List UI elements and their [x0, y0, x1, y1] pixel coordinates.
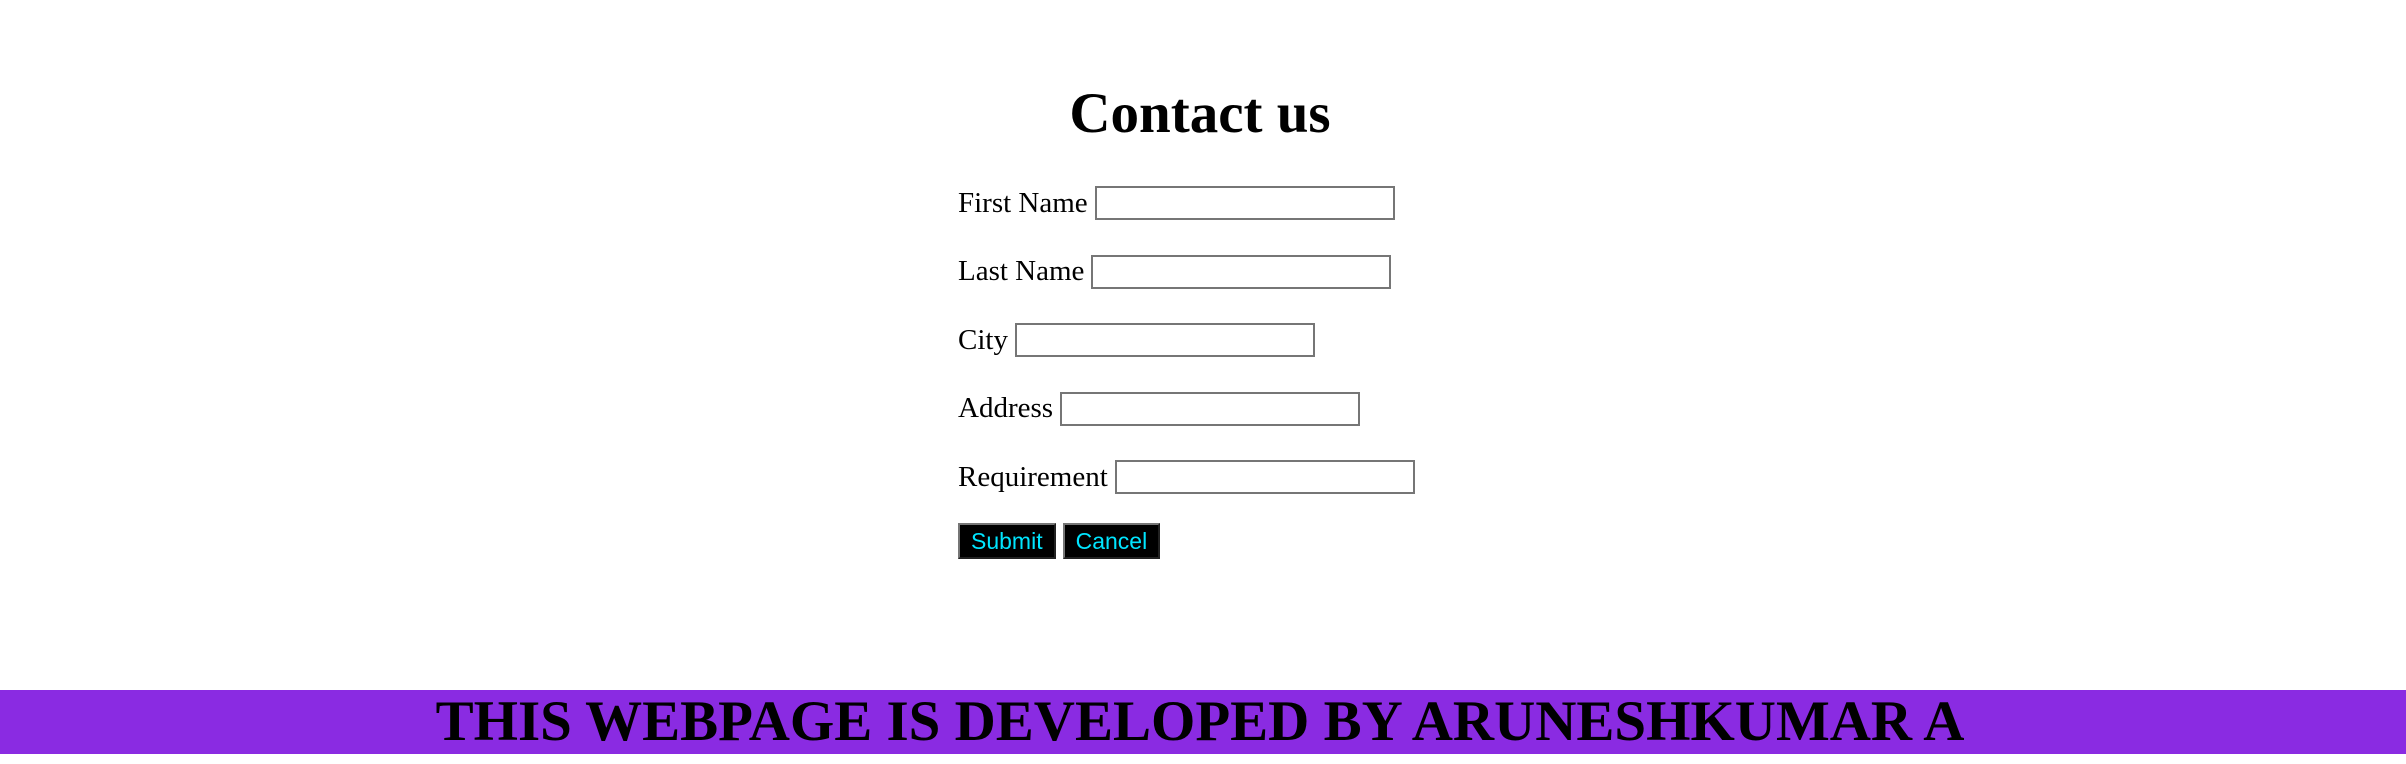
page-title: Contact us [1069, 82, 1331, 145]
address-row: Address [958, 388, 1415, 430]
city-label: City [958, 323, 1008, 356]
contact-form: First Name Last Name City Address Requir… [958, 182, 1415, 559]
address-input[interactable] [1060, 391, 1361, 426]
first-name-label: First Name [958, 186, 1088, 219]
last-name-row: Last Name [958, 251, 1415, 293]
contact-page: Contact us First Name Last Name City Add… [0, 0, 2406, 764]
last-name-input[interactable] [1091, 254, 1392, 289]
first-name-row: First Name [958, 182, 1415, 224]
footer-text: THIS WEBPAGE IS DEVELOPED BY ARUNESHKUMA… [435, 690, 1965, 753]
form-buttons: Submit Cancel [958, 522, 1415, 559]
city-input[interactable] [1014, 323, 1315, 357]
requirement-label: Requirement [958, 460, 1108, 493]
footer-banner: THIS WEBPAGE IS DEVELOPED BY ARUNESHKUMA… [0, 690, 2406, 754]
cancel-button[interactable]: Cancel [1062, 522, 1161, 559]
requirement-row: Requirement [958, 456, 1415, 498]
requirement-input[interactable] [1114, 460, 1415, 494]
city-row: City [958, 319, 1415, 361]
submit-button[interactable]: Submit [958, 522, 1056, 559]
address-label: Address [958, 392, 1054, 424]
first-name-input[interactable] [1094, 186, 1395, 220]
last-name-label: Last Name [958, 255, 1085, 287]
